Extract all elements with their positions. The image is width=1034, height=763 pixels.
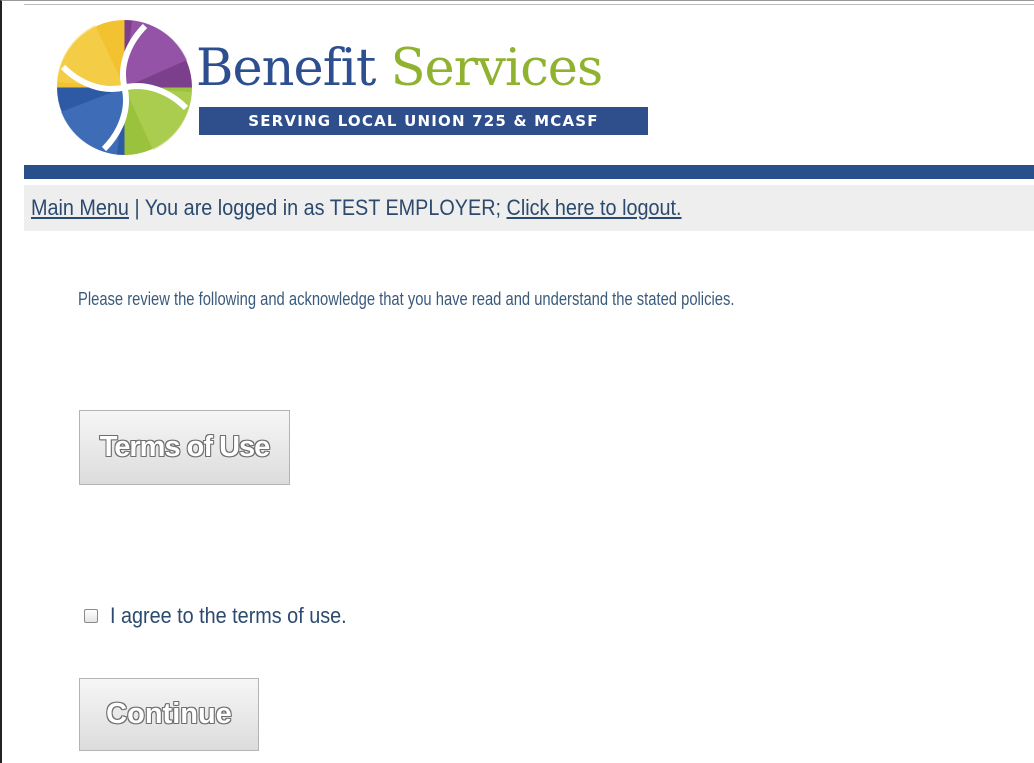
brand-name: Benefit Services xyxy=(196,41,656,97)
header-divider-bar xyxy=(24,165,1034,179)
nav-text: Main Menu | You are logged in as TEST EM… xyxy=(31,195,682,221)
main-menu-link[interactable]: Main Menu xyxy=(31,195,129,220)
agree-row: I agree to the terms of use. xyxy=(84,602,373,630)
agree-label: I agree to the terms of use. xyxy=(110,603,347,628)
site-header: Benefit Services SERVING LOCAL UNION 725… xyxy=(24,5,1034,165)
terms-of-use-button[interactable]: Terms of Use xyxy=(79,410,290,485)
brand-name-part2: Services xyxy=(390,39,604,98)
brand-name-part1: Benefit xyxy=(196,39,376,98)
instructions-text: Please review the following and acknowle… xyxy=(78,289,735,309)
nav-separator: | xyxy=(134,195,140,220)
nav-bar: Main Menu | You are logged in as TEST EM… xyxy=(24,185,1034,231)
continue-button[interactable]: Continue xyxy=(79,678,259,751)
brand-tagline: SERVING LOCAL UNION 725 & MCASF xyxy=(199,107,648,135)
logged-in-status: You are logged in as TEST EMPLOYER; xyxy=(144,195,502,220)
pinwheel-logo-icon xyxy=(57,20,192,155)
logout-link[interactable]: Click here to logout. xyxy=(507,195,682,220)
agree-checkbox[interactable] xyxy=(84,609,98,623)
